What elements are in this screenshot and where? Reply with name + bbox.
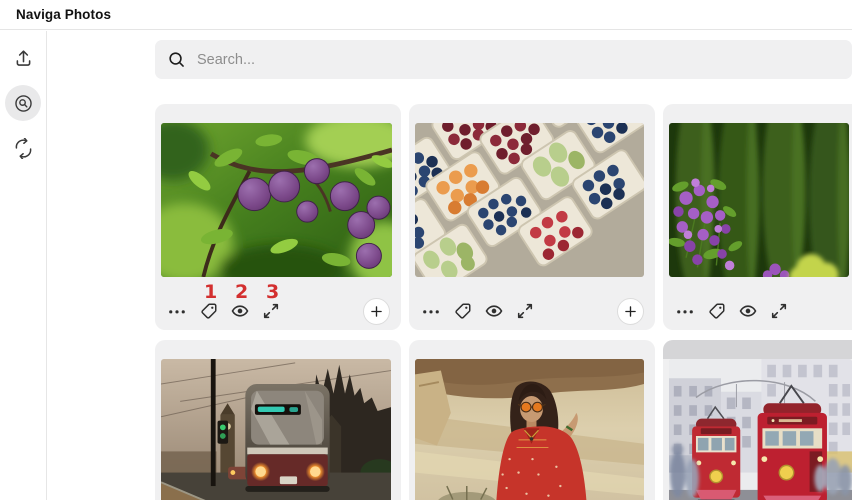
eye-icon — [231, 302, 249, 320]
upload-icon — [13, 48, 34, 69]
more-options-icon — [167, 301, 187, 321]
card-drag-handle — [409, 104, 655, 123]
expand-button[interactable] — [262, 301, 280, 321]
photo-thumbnail-lilac[interactable] — [669, 123, 849, 277]
card-drag-handle — [155, 104, 401, 123]
plus-icon — [622, 303, 639, 320]
view-button[interactable] — [739, 301, 757, 321]
browse-photos-button[interactable] — [5, 85, 41, 121]
photo-thumbnail-woman[interactable] — [415, 359, 644, 500]
more-options-icon — [421, 301, 441, 321]
photo-grid: 1 2 3 — [155, 104, 852, 500]
card-drag-handle — [155, 340, 401, 359]
photo-card-trams — [663, 340, 852, 500]
photo-thumbnail-plums[interactable] — [161, 123, 392, 277]
photo-card-lilac — [663, 104, 852, 330]
more-options-icon — [675, 301, 695, 321]
sync-icon — [13, 138, 34, 159]
sidebar — [0, 31, 47, 500]
expand-icon — [262, 302, 280, 320]
photo-card-fruit-crates — [409, 104, 655, 330]
card-drag-handle-highlighted — [663, 340, 852, 359]
expand-button[interactable] — [516, 301, 534, 321]
card-drag-handle — [409, 340, 655, 359]
search-input[interactable] — [195, 51, 840, 69]
app-window: Naviga Photos — [0, 0, 852, 500]
app-title: Naviga Photos — [16, 7, 111, 22]
zoom-search-icon — [13, 93, 34, 114]
tag-icon — [200, 302, 218, 320]
annotation-label-2: 2 — [235, 282, 247, 302]
search-bar[interactable] — [155, 40, 852, 79]
photo-thumbnail-trams[interactable] — [669, 359, 852, 500]
eye-icon — [739, 302, 757, 320]
card-actions — [663, 297, 852, 325]
top-bar: Naviga Photos — [0, 0, 852, 30]
annotation-label-3: 3 — [266, 282, 278, 302]
upload-button[interactable] — [5, 40, 41, 76]
tag-button[interactable] — [200, 301, 218, 321]
photo-thumbnail-fruit-crates[interactable] — [415, 123, 644, 277]
annotation-label-1: 1 — [204, 282, 216, 302]
more-options-button[interactable] — [167, 301, 187, 321]
expand-icon — [770, 302, 788, 320]
view-button[interactable] — [485, 301, 503, 321]
plus-icon — [368, 303, 385, 320]
expand-button[interactable] — [770, 301, 788, 321]
photo-card-bus — [155, 340, 401, 500]
sync-button[interactable] — [5, 130, 41, 166]
expand-icon — [516, 302, 534, 320]
card-actions — [409, 297, 655, 325]
search-icon — [167, 50, 186, 69]
tag-icon — [708, 302, 726, 320]
tag-button[interactable] — [708, 301, 726, 321]
more-options-button[interactable] — [421, 301, 441, 321]
tag-button[interactable] — [454, 301, 472, 321]
add-button[interactable] — [363, 298, 390, 325]
add-button[interactable] — [617, 298, 644, 325]
photo-thumbnail-bus[interactable] — [161, 359, 391, 500]
photo-card-woman — [409, 340, 655, 500]
card-actions: 1 2 3 — [155, 297, 401, 325]
more-options-button[interactable] — [675, 301, 695, 321]
view-button[interactable] — [231, 301, 249, 321]
tag-icon — [454, 302, 472, 320]
main-content: 1 2 3 — [48, 31, 852, 500]
eye-icon — [485, 302, 503, 320]
photo-card-plums: 1 2 3 — [155, 104, 401, 330]
card-drag-handle — [663, 104, 852, 123]
